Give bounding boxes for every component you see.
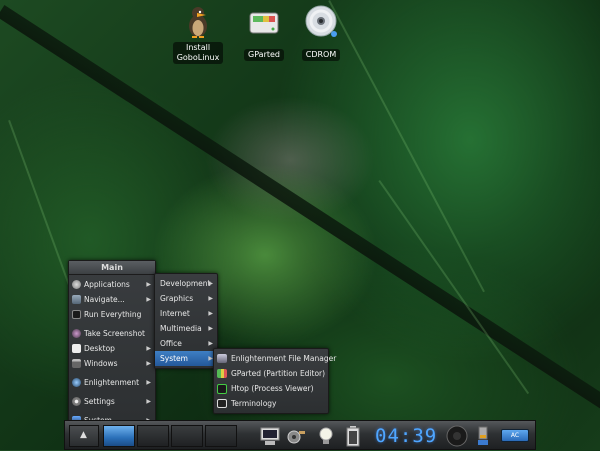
enlightenment-icon <box>72 378 81 387</box>
desktop-icon-gparted[interactable]: GParted <box>232 4 296 61</box>
menu-item-navigate[interactable]: Navigate... ▶ <box>69 292 155 307</box>
menu-item-label: Office <box>160 339 182 348</box>
main-menu-title: Main <box>69 261 155 275</box>
menu-item-applications[interactable]: Applications ▶ <box>69 277 155 292</box>
menu-item-label: Enlightenment File Manager <box>231 354 337 363</box>
menu-item-label: Applications <box>84 280 130 289</box>
menu-item-label: Htop (Process Viewer) <box>231 384 314 393</box>
gparted-icon <box>246 4 282 40</box>
menu-item-label: Run Everything <box>84 310 142 319</box>
menu-item-enlightenment[interactable]: Enlightenment ▶ <box>69 375 155 390</box>
folder-icon <box>72 295 81 304</box>
menu-item-file-manager[interactable]: Enlightenment File Manager <box>214 351 336 366</box>
chevron-right-icon: ▶ <box>146 360 151 367</box>
menu-item-system-category[interactable]: System ▶ <box>155 351 217 366</box>
ac-power-label: AC <box>510 432 520 439</box>
file-manager-icon <box>217 354 227 363</box>
computer-icon[interactable] <box>259 425 281 447</box>
terminal-icon <box>217 399 227 408</box>
desktop-icon-label: Install GoboLinux <box>172 42 224 64</box>
shelf-clock[interactable]: 04:39 <box>375 424 437 448</box>
chevron-right-icon: ▶ <box>208 325 213 332</box>
menu-item-gparted[interactable]: GParted (Partition Editor) <box>214 366 328 381</box>
settings-icon <box>72 397 81 406</box>
menu-item-label: Navigate... <box>84 295 125 304</box>
run-icon <box>72 310 81 319</box>
ac-power-indicator[interactable]: AC <box>501 429 529 442</box>
menu-item-take-screenshot[interactable]: Take Screenshot <box>69 326 155 341</box>
pager-desktop-2[interactable] <box>137 425 169 447</box>
chevron-right-icon: ▶ <box>208 310 213 317</box>
desktop-icon-label: GParted <box>244 49 284 61</box>
wallpaper-leaf-vein <box>378 180 530 395</box>
volume-mixer-icon[interactable] <box>445 425 469 447</box>
battery-icon <box>345 425 361 447</box>
menu-item-htop[interactable]: Htop (Process Viewer) <box>214 381 328 396</box>
desktop-icon <box>72 344 81 353</box>
menu-item-label: Settings <box>84 397 115 406</box>
pager-desktop-4[interactable] <box>205 425 237 447</box>
desktop-icon-cdrom[interactable]: CDROM <box>289 4 353 61</box>
menu-item-label: Windows <box>84 359 118 368</box>
menu-item-graphics[interactable]: Graphics ▶ <box>155 291 217 306</box>
cdrom-icon <box>303 4 339 40</box>
settings-tools-icon[interactable] <box>285 425 307 447</box>
menu-item-label: System <box>160 354 188 363</box>
menu-item-settings[interactable]: Settings ▶ <box>69 394 155 409</box>
chevron-right-icon: ▶ <box>208 295 213 302</box>
main-menu: Main Applications ▶ Navigate... ▶ Run Ev… <box>68 260 156 432</box>
desktop-icon-label: CDROM <box>301 49 341 61</box>
menu-item-label: GParted (Partition Editor) <box>231 369 326 378</box>
chevron-right-icon: ▶ <box>146 281 151 288</box>
chevron-right-icon: ▶ <box>146 345 151 352</box>
menu-item-label: Internet <box>160 309 190 318</box>
chevron-right-icon: ▶ <box>146 379 151 386</box>
chevron-right-icon: ▶ <box>208 280 213 287</box>
menu-item-development[interactable]: Development ▶ <box>155 276 217 291</box>
menu-item-desktop[interactable]: Desktop ▶ <box>69 341 155 356</box>
chevron-up-icon: ▲ <box>80 430 87 440</box>
gparted-icon <box>217 369 227 378</box>
lightbulb-icon[interactable] <box>317 425 335 447</box>
htop-icon <box>217 384 227 394</box>
menu-item-run-everything[interactable]: Run Everything <box>69 307 155 322</box>
menu-item-office[interactable]: Office ▶ <box>155 336 217 351</box>
menu-item-multimedia[interactable]: Multimedia ▶ <box>155 321 217 336</box>
start-menu-button[interactable]: ▲ <box>69 425 99 447</box>
menu-item-internet[interactable]: Internet ▶ <box>155 306 217 321</box>
chevron-right-icon: ▶ <box>146 296 151 303</box>
menu-item-terminology[interactable]: Terminology <box>214 396 328 411</box>
menu-item-label: Development <box>160 279 211 288</box>
menu-item-label: Desktop <box>84 344 115 353</box>
shelf: ▲ 04:39 AC <box>64 420 536 450</box>
applications-submenu: Development ▶ Graphics ▶ Internet ▶ Mult… <box>154 273 218 369</box>
desktop-icon-install-gobolinux[interactable]: Install GoboLinux <box>166 4 230 64</box>
menu-item-label: Multimedia <box>160 324 202 333</box>
menu-item-label: Graphics <box>160 294 194 303</box>
windows-icon <box>72 359 81 368</box>
applications-icon <box>72 280 81 289</box>
pager-desktop-3[interactable] <box>171 425 203 447</box>
chevron-right-icon: ▶ <box>146 398 151 405</box>
gobolinux-installer-icon <box>180 4 216 40</box>
menu-item-windows[interactable]: Windows ▶ <box>69 356 155 371</box>
pager-desktop-1[interactable] <box>103 425 135 447</box>
system-submenu: Enlightenment File Manager GParted (Part… <box>213 348 336 414</box>
screenshot-icon <box>72 329 81 338</box>
menu-item-label: Take Screenshot <box>84 329 145 338</box>
menu-item-label: Terminology <box>231 399 277 408</box>
menu-item-label: Enlightenment <box>84 378 140 387</box>
network-status-icon[interactable] <box>475 425 491 447</box>
